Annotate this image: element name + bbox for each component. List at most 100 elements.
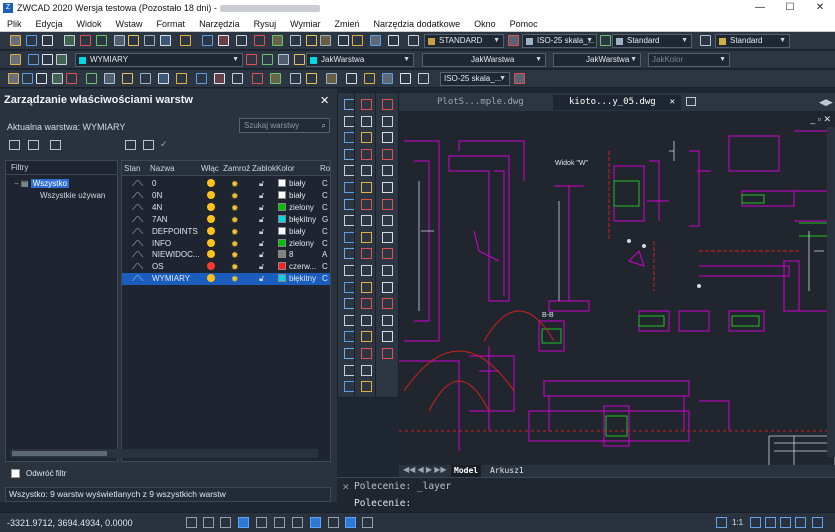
- multileader-style-combo[interactable]: Standard ▼: [715, 34, 790, 48]
- status-toggle-icon[interactable]: [203, 517, 214, 528]
- draw-tool-icon[interactable]: [361, 165, 372, 177]
- color-swatch[interactable]: [278, 274, 286, 283]
- lightbulb-icon[interactable]: [207, 202, 215, 211]
- column-header[interactable]: Kolor: [276, 164, 295, 173]
- menu-item[interactable]: Edycja: [29, 19, 70, 29]
- column-header[interactable]: Zablok: [252, 164, 276, 173]
- draw-tool-icon[interactable]: [382, 99, 393, 110]
- layer-row[interactable]: ⟋⟍ 0 ✹ 🔓︎ biały C: [122, 178, 330, 190]
- annotation-scale[interactable]: 1:1: [732, 518, 743, 527]
- toolbar-tool-icon[interactable]: [382, 73, 393, 84]
- toolbar-tool-icon[interactable]: [176, 73, 187, 84]
- draw-tool-icon[interactable]: [382, 298, 393, 310]
- toolbar-tool-icon[interactable]: [10, 54, 21, 65]
- tab-model[interactable]: Model: [451, 465, 482, 477]
- sun-icon[interactable]: ✹: [231, 239, 239, 250]
- status-tool-icon[interactable]: [765, 517, 776, 528]
- column-header[interactable]: Włąc: [201, 164, 219, 173]
- sun-icon[interactable]: ✹: [231, 250, 239, 261]
- menu-item[interactable]: Rysuj: [247, 19, 284, 29]
- column-header[interactable]: Zamroź: [223, 164, 250, 173]
- layer-row[interactable]: ⟋⟍ INFO ✹ 🔓︎ zielony C: [122, 238, 330, 250]
- toolbar-tool-icon[interactable]: [388, 35, 399, 46]
- status-tool-icon[interactable]: [812, 517, 823, 528]
- delete-layer-icon[interactable]: [143, 140, 154, 150]
- draw-tool-icon[interactable]: [382, 348, 393, 359]
- viewport-controls[interactable]: _ ▫ ✕: [810, 114, 831, 125]
- color-swatch[interactable]: [278, 179, 286, 187]
- toolbar-tool-icon[interactable]: [346, 73, 357, 84]
- table-style-combo[interactable]: Standard ▼: [612, 34, 692, 48]
- toolbar-tool-icon[interactable]: [86, 73, 97, 84]
- lightbulb-icon[interactable]: [207, 250, 215, 259]
- column-header[interactable]: Stan: [124, 164, 140, 173]
- panel-close-icon[interactable]: ✕: [320, 94, 329, 107]
- color-swatch[interactable]: [278, 262, 286, 271]
- command-input[interactable]: Polecenie:: [354, 498, 411, 509]
- lineweight-combo[interactable]: JakWarstwa ▼: [553, 53, 641, 67]
- toolbar-tool-icon[interactable]: [600, 35, 611, 46]
- new-tab-icon[interactable]: [686, 97, 696, 106]
- toolbar-tool-icon[interactable]: [338, 35, 349, 46]
- command-close-icon[interactable]: ✕: [342, 482, 350, 493]
- toolbar-tool-icon[interactable]: [352, 35, 363, 46]
- toolbar-tool-icon[interactable]: [306, 73, 317, 84]
- status-toggle-icon[interactable]: [310, 517, 321, 528]
- dim-style-combo-2[interactable]: ISO-25 skala_... ▼: [440, 72, 510, 86]
- filter-used-item[interactable]: Wszystkie używan: [40, 191, 105, 200]
- menu-item[interactable]: Narzędzia dodatkowe: [367, 19, 468, 29]
- drawing-canvas[interactable]: Widok "W" B-B _ ▫ ✕: [399, 111, 835, 465]
- group-filter-icon[interactable]: [28, 140, 39, 150]
- draw-tool-icon[interactable]: [361, 248, 372, 260]
- color-swatch[interactable]: [278, 214, 286, 223]
- toolbar-tool-icon[interactable]: [418, 73, 429, 84]
- layer-row[interactable]: ⟋⟍ WYMIARY ✹ 🔓︎ błękitny C: [122, 273, 330, 286]
- lightbulb-icon[interactable]: [207, 179, 215, 187]
- draw-tool-icon[interactable]: [361, 182, 372, 193]
- dim-style-combo[interactable]: ISO-25 skala_... ▼: [522, 34, 597, 48]
- toolbar-tool-icon[interactable]: [700, 35, 711, 46]
- sun-icon[interactable]: ✹: [231, 203, 239, 214]
- draw-tool-icon[interactable]: [382, 231, 393, 243]
- filter-root-item[interactable]: − ▤ Wszystko: [14, 179, 69, 188]
- color-combo[interactable]: JakWarstwa ▼: [306, 53, 414, 67]
- status-toggle-icon[interactable]: [274, 517, 285, 528]
- draw-tool-icon[interactable]: [361, 298, 372, 310]
- toolbar-tool-icon[interactable]: [508, 35, 519, 46]
- draw-tool-icon[interactable]: [361, 314, 372, 326]
- toolbar-tool-icon[interactable]: [364, 73, 375, 84]
- close-tab-icon[interactable]: ✕: [670, 95, 675, 110]
- status-tool-icon[interactable]: [795, 517, 806, 528]
- unlock-icon[interactable]: 🔓︎: [259, 250, 264, 260]
- close-window-button[interactable]: ✕: [805, 0, 835, 16]
- tab-plotsample[interactable]: PlotS...mple.dwg: [421, 95, 549, 110]
- menu-item[interactable]: Pomoc: [503, 19, 545, 29]
- menu-item[interactable]: Format: [150, 19, 193, 29]
- tabs-scroll-icon[interactable]: ◀▶: [819, 95, 833, 109]
- sun-icon[interactable]: ✹: [231, 191, 239, 202]
- color-swatch[interactable]: [278, 226, 286, 235]
- draw-tool-icon[interactable]: [382, 148, 393, 160]
- toolbar-tool-icon[interactable]: [10, 35, 21, 46]
- toolbar-tool-icon[interactable]: [128, 35, 139, 46]
- toolbar-tool-icon[interactable]: [42, 35, 53, 46]
- toolbar-tool-icon[interactable]: [278, 54, 289, 65]
- tab-kioto[interactable]: kioto...y_05.dwg ✕: [553, 95, 681, 110]
- sun-icon[interactable]: ✹: [231, 262, 239, 273]
- unlock-icon[interactable]: 🔓︎: [259, 227, 264, 237]
- draw-tool-icon[interactable]: [361, 364, 372, 376]
- unlock-icon[interactable]: 🔓︎: [259, 274, 264, 284]
- draw-tool-icon[interactable]: [382, 331, 393, 343]
- sun-icon[interactable]: ✹: [231, 274, 239, 285]
- color-swatch[interactable]: [278, 238, 286, 247]
- toolbar-tool-icon[interactable]: [246, 54, 257, 65]
- new-layer-icon[interactable]: [125, 140, 136, 150]
- menu-item[interactable]: Plik: [0, 19, 29, 29]
- toolbar-tool-icon[interactable]: [64, 35, 75, 46]
- linetype-combo[interactable]: JakWarstwa ▼: [422, 53, 546, 67]
- toolbar-tool-icon[interactable]: [290, 73, 301, 84]
- draw-tool-icon[interactable]: [361, 215, 372, 227]
- toolbar-tool-icon[interactable]: [202, 35, 213, 46]
- unlock-icon[interactable]: 🔓︎: [259, 203, 264, 213]
- draw-tool-icon[interactable]: [361, 281, 372, 293]
